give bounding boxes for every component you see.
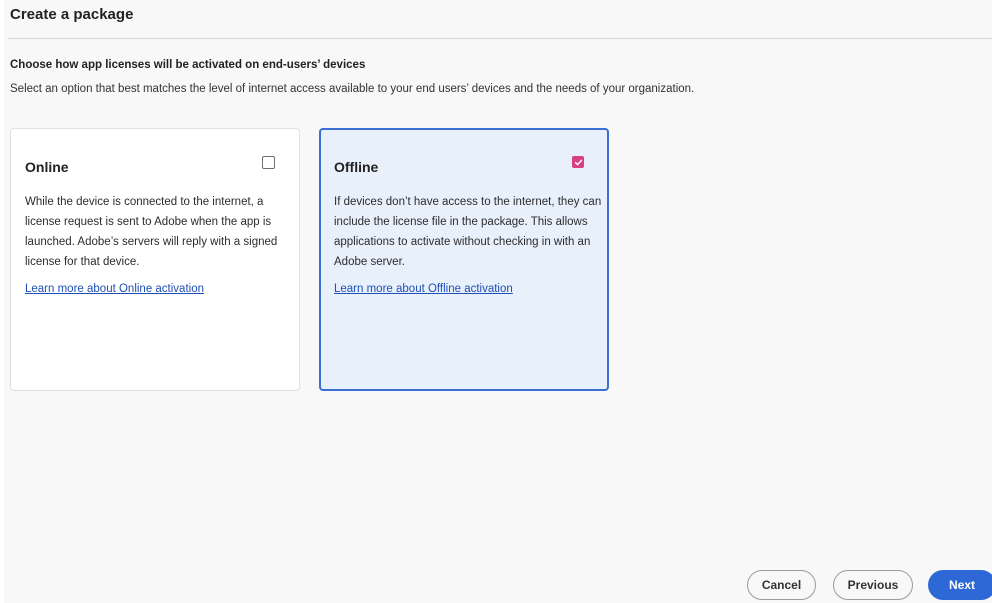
offline-option-title: Offline bbox=[334, 159, 379, 175]
offline-option-description: If devices don’t have access to the inte… bbox=[334, 196, 602, 268]
online-option-checkbox[interactable] bbox=[262, 156, 275, 169]
offline-activation-link[interactable]: Learn more about Offline activation bbox=[334, 283, 513, 295]
next-button[interactable]: Next bbox=[928, 570, 992, 600]
section-description: Select an option that best matches the l… bbox=[10, 83, 695, 95]
offline-option-checkbox[interactable] bbox=[572, 156, 584, 168]
offline-option-card[interactable]: Offline If devices don’t have access to … bbox=[319, 128, 609, 391]
cancel-button[interactable]: Cancel bbox=[747, 570, 816, 600]
online-option-card[interactable]: Online While the device is connected to … bbox=[10, 128, 300, 391]
previous-button[interactable]: Previous bbox=[833, 570, 913, 600]
online-option-title: Online bbox=[25, 159, 69, 175]
main-panel: Create a package Choose how app licenses… bbox=[4, 0, 992, 603]
section-heading: Choose how app licenses will be activate… bbox=[10, 59, 366, 71]
checkmark-icon bbox=[574, 159, 582, 165]
title-divider bbox=[8, 38, 992, 39]
page-title: Create a package bbox=[10, 6, 134, 23]
online-option-description: While the device is connected to the int… bbox=[25, 196, 278, 268]
online-activation-link[interactable]: Learn more about Online activation bbox=[25, 283, 204, 295]
